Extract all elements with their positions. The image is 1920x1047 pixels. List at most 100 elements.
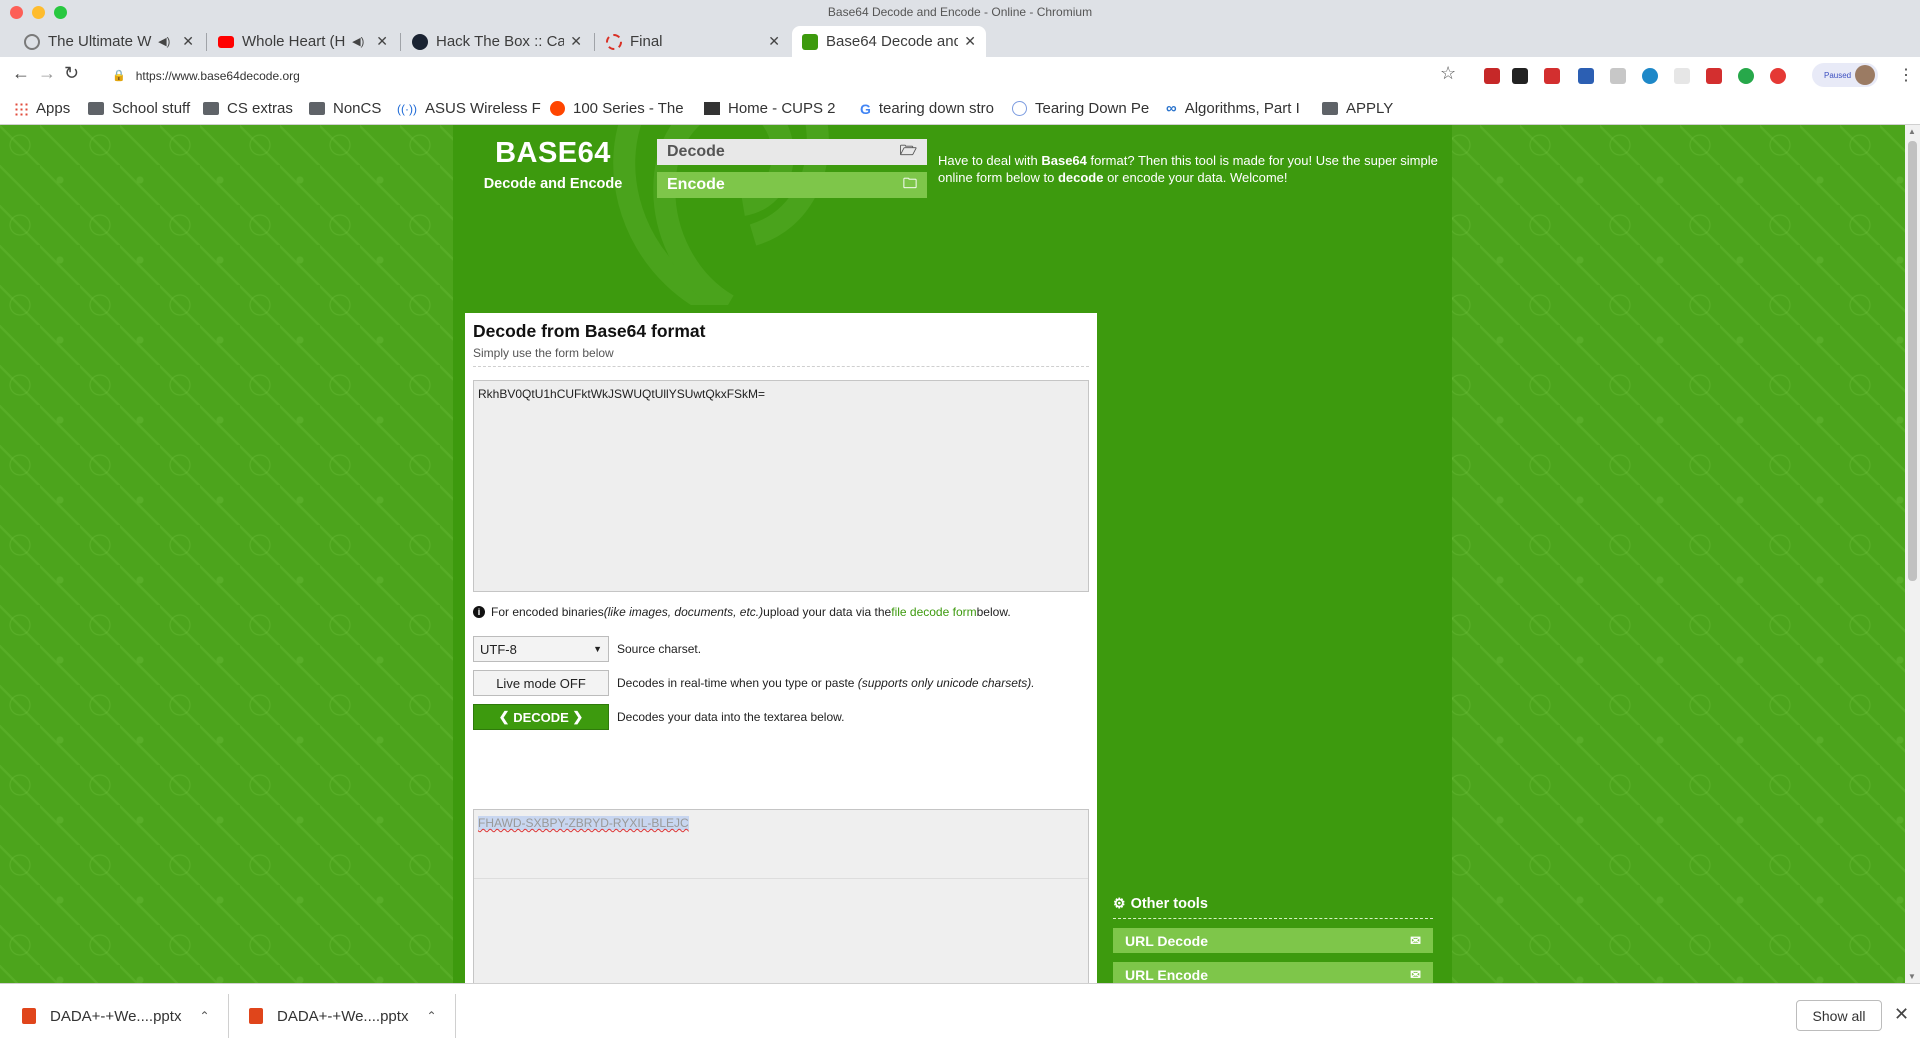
tab-hack-the-box[interactable]: Hack The Box :: Can you ✕ [402,26,592,57]
extension-icon[interactable] [1544,68,1560,84]
menu-kebab-icon[interactable]: ⋮ [1898,65,1914,85]
tab-label: Whole Heart (Hold Me [242,33,346,50]
bookmark-label: Algorithms, Part I [1184,100,1300,117]
scroll-down-icon[interactable]: ▼ [1908,972,1916,981]
speaker-icon[interactable]: ◀) [352,35,364,48]
decoded-output-text[interactable]: FHAWD-SXBPY-ZBRYD-RYXIL-BLEJC [478,816,689,830]
base64-favicon-icon [802,33,818,50]
file-decode-form-link[interactable]: file decode form [891,605,976,619]
scroll-up-icon[interactable]: ▲ [1908,127,1916,136]
site-logo[interactable]: BASE64 Decode and Encode [453,137,653,192]
bookmarks-bar: Apps School stuff CS extras NonCS ((·)) … [0,94,1920,125]
live-mode-toggle[interactable]: Live mode OFF [473,670,609,696]
bookmark-label: Apps [36,100,71,117]
chevron-right-icon: ❯ [568,709,584,724]
tab-close-icon[interactable]: ✕ [376,33,388,50]
url-decode-link[interactable]: URL Decode ✉ [1113,928,1433,953]
extension-icon[interactable] [1610,68,1626,84]
reddit-icon [550,101,565,116]
extension-icon[interactable] [1674,68,1690,84]
bookmark-cs-extras[interactable]: CS extras [203,100,293,117]
bookmark-cups[interactable]: Home - CUPS 2 [704,100,836,117]
chevron-up-icon[interactable]: ⌃ [199,1009,209,1023]
scrollbar-thumb[interactable] [1908,141,1917,581]
tool-label: URL Decode [1125,932,1208,949]
bookmark-asus-wireless[interactable]: ((·)) ASUS Wireless F [397,100,541,117]
tab-label: The Ultimate White No [48,33,152,50]
pptx-file-icon [22,1008,36,1024]
extension-icon[interactable] [1738,68,1754,84]
site-main-column: BASE64 Decode and Encode Decode 🗁 Encode… [453,125,1452,983]
chevron-left-icon: ❮ [498,709,514,724]
decode-form-panel: Decode from Base64 format Simply use the… [465,313,1097,983]
bookmark-label: APPLY [1346,100,1394,117]
folder-open-icon: 🗁 [899,142,917,158]
address-url[interactable]: https://www.base64decode.org [136,69,300,83]
download-item[interactable]: DADA+-+We....pptx ⌃ [22,984,210,1047]
coursera-icon: ∞ [1166,100,1177,117]
bookmark-noncs[interactable]: NonCS [309,100,381,117]
live-mode-label: Decodes in real-time when you type or pa… [617,676,1035,690]
bookmark-tearing-down-pe[interactable]: Tearing Down Pe [1012,100,1149,117]
other-tools: ⚙ Other tools URL Decode ✉ URL Encode ✉ [1113,895,1433,983]
bookmark-100-series[interactable]: 100 Series - The [550,100,684,117]
other-tools-heading: ⚙ Other tools [1113,895,1433,919]
google-icon: G [860,100,871,117]
tab-close-icon[interactable]: ✕ [964,33,976,50]
decode-mode-button[interactable]: Decode 🗁 [657,139,927,165]
tab-close-icon[interactable]: ✕ [768,33,780,50]
tab-final[interactable]: Final ✕ [596,26,790,57]
download-item[interactable]: DADA+-+We....pptx ⌃ [249,984,437,1047]
tab-label: Final [630,33,663,50]
bookmark-apply[interactable]: APPLY [1322,100,1393,117]
extension-icon[interactable] [1706,68,1722,84]
bookmark-star-icon[interactable]: ☆ [1440,63,1456,84]
tab-favicon-icon [24,33,40,50]
encode-mode-button[interactable]: Encode 🗀 [657,172,927,198]
bookmark-tearing-down-stro[interactable]: G tearing down stro [860,100,994,117]
decode-button[interactable]: ❮ DECODE ❯ [473,704,609,730]
extension-icon[interactable] [1578,68,1594,84]
pptx-file-icon [249,1008,263,1024]
tool-label: URL Encode [1125,966,1208,983]
chevron-up-icon[interactable]: ⌃ [426,1009,436,1023]
logo-title: BASE64 [495,137,611,169]
form-heading: Decode from Base64 format [473,321,706,341]
extension-icon[interactable] [1642,68,1658,84]
site-icon [1012,101,1027,116]
tab-label: Base64 Decode and Enco [826,33,959,50]
envelope-icon: ✉ [1410,966,1421,982]
speaker-icon[interactable]: ◀) [158,35,170,48]
binary-upload-note: i For encoded binaries (like images, doc… [473,605,1011,619]
tab-ultimate-white-noise[interactable]: The Ultimate White No ◀) ✕ [14,26,204,57]
show-all-downloads-button[interactable]: Show all [1796,1000,1882,1031]
charset-select[interactable]: UTF-8 ▼ [473,636,609,662]
decode-button-label: DECODE [513,709,569,725]
extension-ublock-icon[interactable] [1484,68,1500,84]
bookmark-school-stuff[interactable]: School stuff [88,100,190,117]
reload-icon[interactable]: ↻ [64,63,79,84]
bookmark-label: Home - CUPS 2 [728,100,836,117]
tab-close-icon[interactable]: ✕ [570,33,582,50]
bookmark-algorithms[interactable]: ∞ Algorithms, Part I [1166,100,1300,117]
tab-close-icon[interactable]: ✕ [182,33,194,50]
bookmark-label: ASUS Wireless F [424,100,541,117]
back-arrow-icon[interactable]: ← [12,63,30,84]
tab-base64-decode[interactable]: Base64 Decode and Enco ✕ [792,26,986,57]
charset-value: UTF-8 [480,641,517,657]
bookmark-label: 100 Series - The [573,100,684,117]
address-bar[interactable]: 🔒 https://www.base64decode.org [112,62,1462,89]
base64-input-textarea[interactable]: RkhBV0QtU1hCUFktWkJSWUQtUllYSUwtQkxFSkM= [473,380,1089,592]
forward-arrow-icon[interactable]: → [38,63,56,84]
profile-button[interactable]: Paused [1812,63,1878,87]
bookmark-apps[interactable]: Apps [14,100,70,117]
extension-icon[interactable] [1770,68,1786,84]
tab-whole-heart[interactable]: Whole Heart (Hold Me ◀) ✕ [208,26,398,57]
close-icon[interactable]: ✕ [1894,1004,1909,1025]
extension-icon[interactable] [1512,68,1528,84]
url-encode-link[interactable]: URL Encode ✉ [1113,962,1433,983]
live-mode-row: Live mode OFF Decodes in real-time when … [473,670,1035,696]
decoded-output-textarea[interactable]: FHAWD-SXBPY-ZBRYD-RYXIL-BLEJC [473,809,1089,983]
page-scrollbar[interactable]: ▲ ▼ [1905,125,1920,983]
dropdown-arrow-icon: ▼ [593,644,602,654]
